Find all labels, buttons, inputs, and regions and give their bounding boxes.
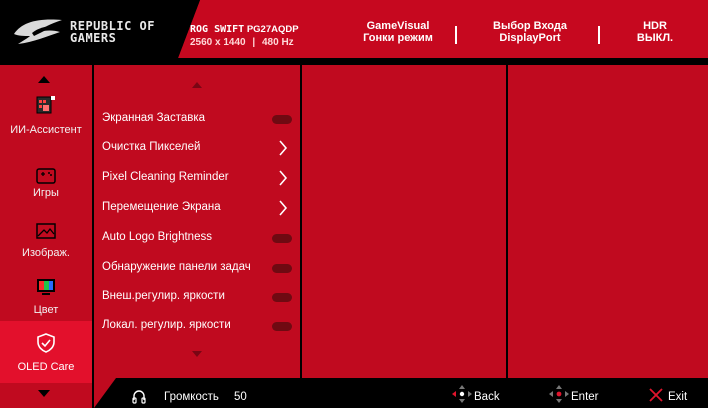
nav-item-oled-care[interactable]: OLED Care bbox=[0, 321, 92, 383]
model-prefix: ROG SWIFT bbox=[190, 24, 245, 35]
nav-item-gaming[interactable]: Игры bbox=[0, 165, 92, 209]
status-input-value: DisplayPort bbox=[499, 32, 561, 44]
nav-item-label: OLED Care bbox=[17, 361, 75, 373]
menu-item-label: Auto Logo Brightness bbox=[102, 231, 212, 243]
status-gamevisual: GameVisual Гонки режим bbox=[358, 20, 438, 44]
status-gamevisual-value: Гонки режим bbox=[363, 32, 433, 44]
nav-item-label: ИИ-Ассистент bbox=[10, 124, 82, 136]
options-panel bbox=[302, 65, 506, 408]
close-icon bbox=[649, 388, 663, 402]
submenu-scroll-down-icon[interactable] bbox=[192, 351, 202, 357]
menu-item-label: Перемещение Экрана bbox=[102, 201, 221, 213]
brand-line-2: GAMERS bbox=[70, 31, 117, 45]
menu-item-label: Внеш.регулир. яркости bbox=[102, 290, 225, 302]
status-hdr: HDR ВЫКЛ. bbox=[625, 20, 685, 44]
volume-value: 50 bbox=[234, 391, 247, 403]
toggle-off-icon[interactable] bbox=[272, 322, 292, 331]
menu-item-label: Pixel Cleaning Reminder bbox=[102, 171, 229, 183]
enter-button[interactable]: Enter bbox=[571, 391, 599, 403]
chevron-right-icon bbox=[279, 140, 288, 156]
spec-separator: | bbox=[252, 37, 256, 48]
nav-scroll-down-icon[interactable] bbox=[38, 390, 50, 397]
toggle-off-icon[interactable] bbox=[272, 234, 292, 243]
menu-item-taskbar-detection[interactable]: Обнаружение панели задач bbox=[102, 257, 294, 279]
resolution-text: 2560 x 1440 bbox=[190, 37, 246, 48]
submenu-scroll-up-icon[interactable] bbox=[192, 82, 202, 88]
model-spec: 2560 x 1440 | 480 Hz bbox=[190, 37, 299, 48]
exit-button[interactable]: Exit bbox=[668, 391, 687, 403]
nav-item-color[interactable]: Цвет bbox=[0, 277, 92, 321]
detail-panel bbox=[508, 65, 708, 408]
model-title: ROG SWIFT PG27AQDP bbox=[190, 24, 299, 35]
nav-item-label: Изображ. bbox=[22, 247, 70, 259]
header-bar: REPUBLIC OF GAMERS ROG SWIFT PG27AQDP 25… bbox=[0, 0, 708, 58]
toggle-off-icon[interactable] bbox=[272, 264, 292, 273]
main-nav: ИИ-Ассистент Игры Изображ. Цвет OLED Car… bbox=[0, 65, 92, 408]
submenu-panel: Экранная Заставка Очистка Пикселей Pixel… bbox=[94, 65, 300, 408]
headphones-icon bbox=[132, 390, 146, 404]
menu-item-local-brightness[interactable]: Локал. регулир. яркости bbox=[102, 315, 294, 337]
color-icon bbox=[37, 279, 55, 295]
nav-item-label: Цвет bbox=[33, 304, 59, 316]
joystick-enter-icon bbox=[549, 385, 569, 403]
image-icon bbox=[36, 223, 56, 239]
status-divider bbox=[455, 26, 457, 44]
rog-logo: REPUBLIC OF GAMERS bbox=[12, 16, 172, 46]
nav-item-label: Игры bbox=[33, 187, 59, 199]
status-input: Выбор Входа DisplayPort bbox=[480, 20, 580, 44]
status-hdr-value: ВЫКЛ. bbox=[636, 32, 674, 44]
toggle-off-icon[interactable] bbox=[272, 293, 292, 302]
nav-item-ai-assistant[interactable]: ИИ-Ассистент bbox=[0, 95, 92, 147]
status-divider bbox=[598, 26, 600, 44]
volume-label: Громкость bbox=[164, 391, 219, 403]
menu-item-label: Очистка Пикселей bbox=[102, 141, 201, 153]
gamepad-icon bbox=[36, 168, 56, 184]
status-hdr-title: HDR bbox=[643, 20, 667, 32]
ai-assistant-icon bbox=[36, 96, 55, 114]
shield-check-icon bbox=[37, 333, 55, 353]
footer-bar: Громкость 50 Back Enter Exit bbox=[94, 378, 708, 408]
status-input-title: Выбор Входа bbox=[493, 20, 567, 32]
toggle-off-icon[interactable] bbox=[272, 115, 292, 124]
rog-eye-icon bbox=[14, 19, 62, 44]
menu-item-label: Обнаружение панели задач bbox=[102, 261, 251, 273]
menu-item-screen-move[interactable]: Перемещение Экрана bbox=[102, 197, 294, 219]
menu-item-pixel-cleaning[interactable]: Очистка Пикселей bbox=[102, 137, 294, 159]
menu-item-label: Экранная Заставка bbox=[102, 112, 206, 124]
menu-item-screen-saver[interactable]: Экранная Заставка bbox=[102, 108, 294, 130]
menu-item-outer-brightness[interactable]: Внеш.регулир. яркости bbox=[102, 286, 294, 308]
menu-item-label: Локал. регулир. яркости bbox=[102, 319, 231, 331]
refresh-rate-text: 480 Hz bbox=[262, 37, 294, 48]
joystick-back-icon bbox=[452, 385, 472, 403]
chevron-right-icon bbox=[279, 170, 288, 186]
status-gamevisual-title: GameVisual bbox=[366, 20, 430, 32]
menu-item-auto-logo-brightness[interactable]: Auto Logo Brightness bbox=[102, 227, 294, 249]
model-info: ROG SWIFT PG27AQDP 2560 x 1440 | 480 Hz bbox=[190, 24, 299, 48]
brand-text: REPUBLIC OF GAMERS bbox=[70, 20, 155, 44]
menu-item-pixel-cleaning-reminder[interactable]: Pixel Cleaning Reminder bbox=[102, 167, 294, 189]
back-button[interactable]: Back bbox=[474, 391, 500, 403]
model-name: PG27AQDP bbox=[246, 24, 299, 35]
nav-item-image[interactable]: Изображ. bbox=[0, 221, 92, 265]
nav-scroll-up-icon[interactable] bbox=[38, 76, 50, 83]
chevron-right-icon bbox=[279, 200, 288, 216]
